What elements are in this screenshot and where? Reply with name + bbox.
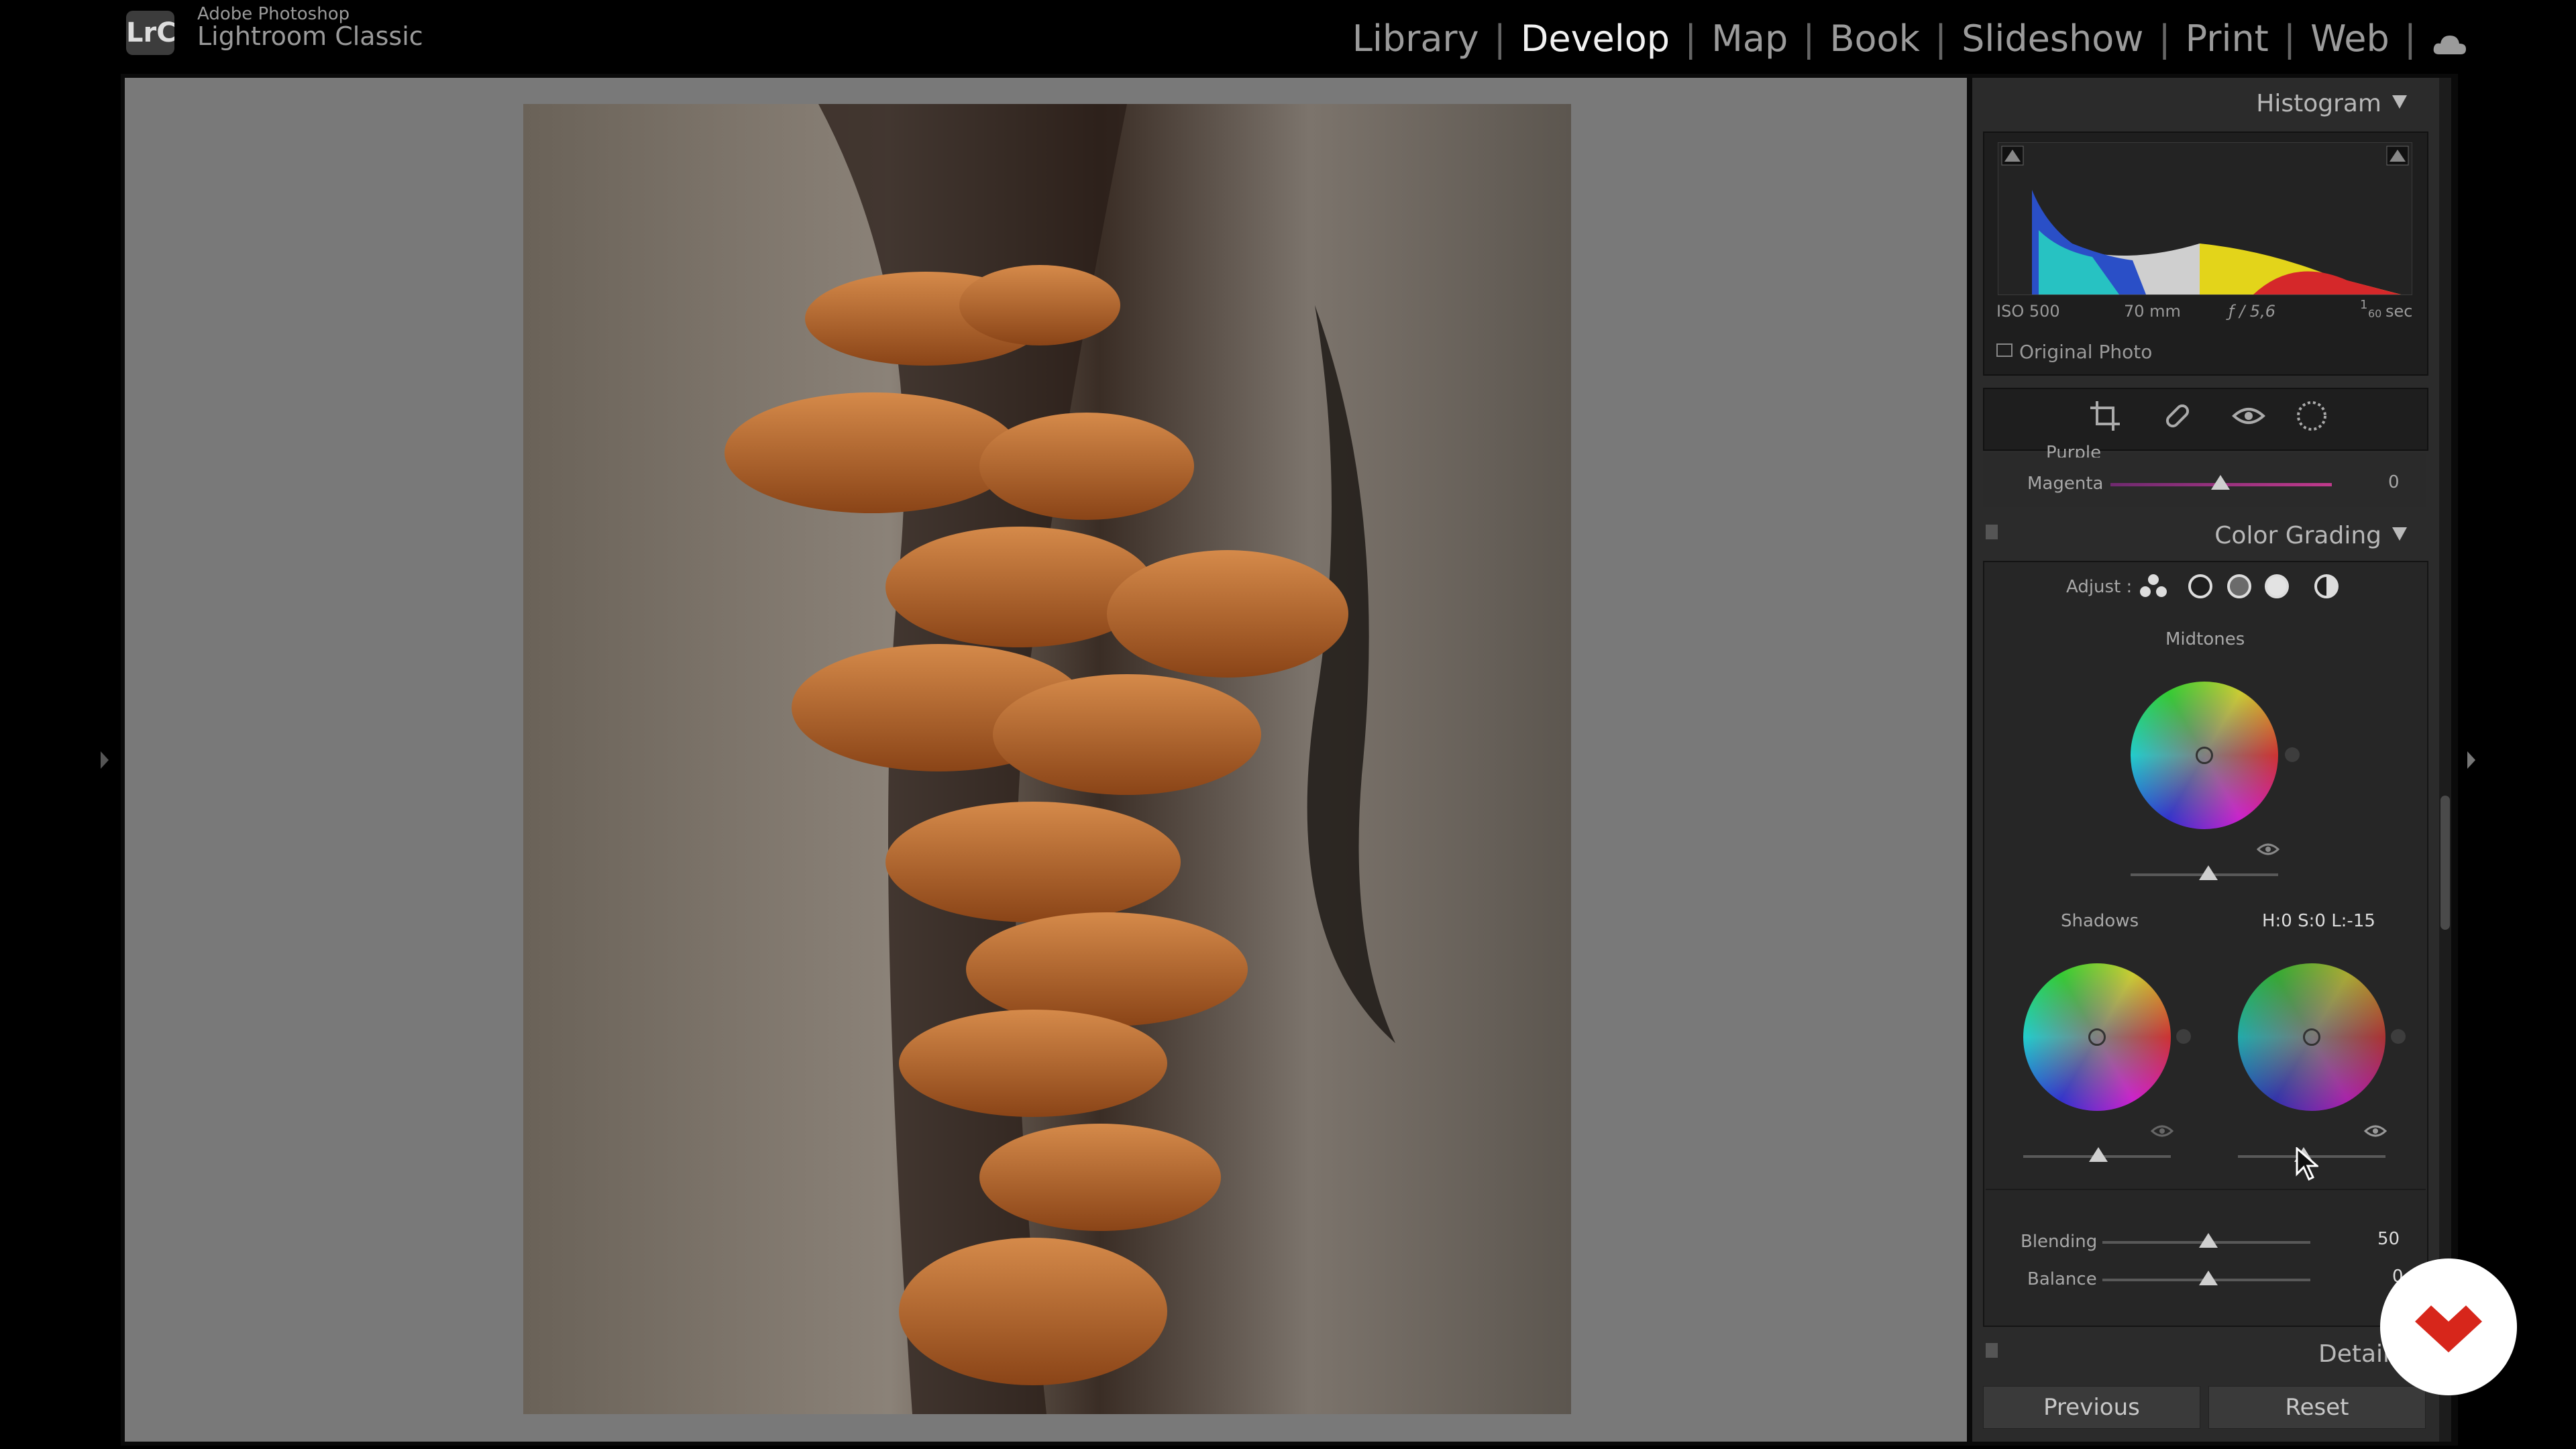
highlights-saturation-dot[interactable] <box>2391 1029 2406 1044</box>
original-photo-label: Original Photo <box>2019 341 2153 363</box>
eye-icon[interactable] <box>2150 1123 2174 1142</box>
lrc-logo: LrC <box>126 11 176 55</box>
app-name: Lightroom Classic <box>197 21 423 51</box>
color-grading-panel <box>1983 561 2428 1327</box>
panel-scrollbar[interactable] <box>2439 78 2451 1442</box>
photo-preview[interactable] <box>523 104 1571 1414</box>
balance-label: Balance <box>2027 1269 2097 1289</box>
detail-title: Detail <box>2318 1340 2390 1368</box>
exif-iso: ISO 500 <box>1996 302 2060 321</box>
healing-icon[interactable] <box>2159 397 2196 435</box>
red-eye-icon[interactable] <box>2230 397 2267 435</box>
module-library[interactable]: Library <box>1352 17 1479 60</box>
detail-header[interactable]: Detail <box>1972 1335 2428 1375</box>
histogram-header[interactable]: Histogram <box>1972 80 2428 127</box>
exif-focal-length: 70 mm <box>2124 302 2181 321</box>
purple-label: Purple <box>2046 443 2102 458</box>
divider: | <box>1934 17 1947 60</box>
blending-thumb[interactable] <box>2199 1233 2218 1248</box>
color-grading-header[interactable]: Color Grading <box>1972 514 2428 557</box>
midtones-wheel-handle[interactable] <box>2196 747 2213 764</box>
shadow-clipping-icon[interactable] <box>2001 146 2024 168</box>
highlights-view-icon[interactable] <box>2263 573 2290 602</box>
midtones-label: Midtones <box>2165 629 2245 649</box>
exif-shutter-denominator: 60 <box>2368 307 2382 320</box>
color-grading-title: Color Grading <box>2214 522 2381 549</box>
highlight-clipping-icon[interactable] <box>2386 146 2409 168</box>
shadows-luminance-thumb[interactable] <box>2089 1147 2108 1162</box>
shadows-saturation-dot[interactable] <box>2176 1029 2191 1044</box>
module-slideshow[interactable]: Slideshow <box>1962 17 2143 60</box>
highlights-wheel-handle[interactable] <box>2303 1028 2320 1046</box>
exif-shutter-unit: sec <box>2385 302 2413 321</box>
collapse-triangle-icon[interactable] <box>2391 94 2408 113</box>
blending-value: 50 <box>2377 1229 2400 1249</box>
divider: | <box>2404 17 2416 60</box>
blending-label: Blending <box>2021 1232 2098 1252</box>
magenta-label: Magenta <box>2027 474 2104 494</box>
shadows-view-icon[interactable] <box>2187 573 2214 602</box>
cursor-arrow-icon <box>2294 1146 2320 1185</box>
magenta-value: 0 <box>2388 472 2400 492</box>
eye-icon[interactable] <box>2256 841 2280 860</box>
crop-icon[interactable] <box>2086 397 2124 435</box>
module-book[interactable]: Book <box>1829 17 1919 60</box>
left-panel-toggle-icon[interactable] <box>98 750 111 773</box>
divider: | <box>1493 17 1506 60</box>
module-map[interactable]: Map <box>1711 17 1788 60</box>
scrollbar-thumb[interactable] <box>2440 796 2450 930</box>
divider: | <box>2283 17 2296 60</box>
module-develop[interactable]: Develop <box>1521 17 1670 60</box>
balance-thumb[interactable] <box>2199 1271 2218 1285</box>
eye-icon[interactable] <box>2363 1123 2387 1142</box>
divider: | <box>1803 17 1815 60</box>
panel-switch[interactable] <box>1986 525 1998 539</box>
histogram-title: Histogram <box>2256 90 2381 117</box>
watermark-logo <box>2380 1258 2517 1395</box>
shadows-label: Shadows <box>2061 911 2139 931</box>
collapse-triangle-icon[interactable] <box>2391 526 2408 545</box>
three-way-view-icon[interactable] <box>2137 572 2169 604</box>
module-web[interactable]: Web <box>2310 17 2390 60</box>
exif-aperture: ƒ / 5,6 <box>2229 302 2275 321</box>
tool-strip <box>1983 388 2428 451</box>
hsl-readout: H:0 S:0 L:-15 <box>2262 911 2375 931</box>
module-picker: Library | Develop | Map | Book | Slideshow | … <box>1352 15 2469 62</box>
midtones-view-icon[interactable] <box>2226 573 2253 602</box>
right-panel-toggle-icon[interactable] <box>2465 750 2478 773</box>
histogram-graph[interactable] <box>1998 142 2412 295</box>
midtones-saturation-dot[interactable] <box>2285 747 2300 762</box>
shadows-wheel-handle[interactable] <box>2088 1028 2106 1046</box>
panel-switch[interactable] <box>1986 1343 1998 1358</box>
global-view-icon[interactable] <box>2313 573 2340 602</box>
divider: | <box>1684 17 1697 60</box>
adjust-label: Adjust : <box>2066 577 2133 597</box>
module-print[interactable]: Print <box>2186 17 2269 60</box>
previous-button[interactable]: Previous <box>1983 1386 2200 1429</box>
original-photo-checkbox[interactable] <box>1996 343 2012 357</box>
cloud-icon[interactable] <box>2431 25 2469 54</box>
divider <box>1986 1189 2426 1190</box>
divider: | <box>2158 17 2171 60</box>
exif-shutter-numerator: 1 <box>2360 298 2368 312</box>
midtones-luminance-thumb[interactable] <box>2199 865 2218 880</box>
magenta-slider-thumb[interactable] <box>2211 475 2230 490</box>
masking-icon[interactable] <box>2293 397 2330 435</box>
